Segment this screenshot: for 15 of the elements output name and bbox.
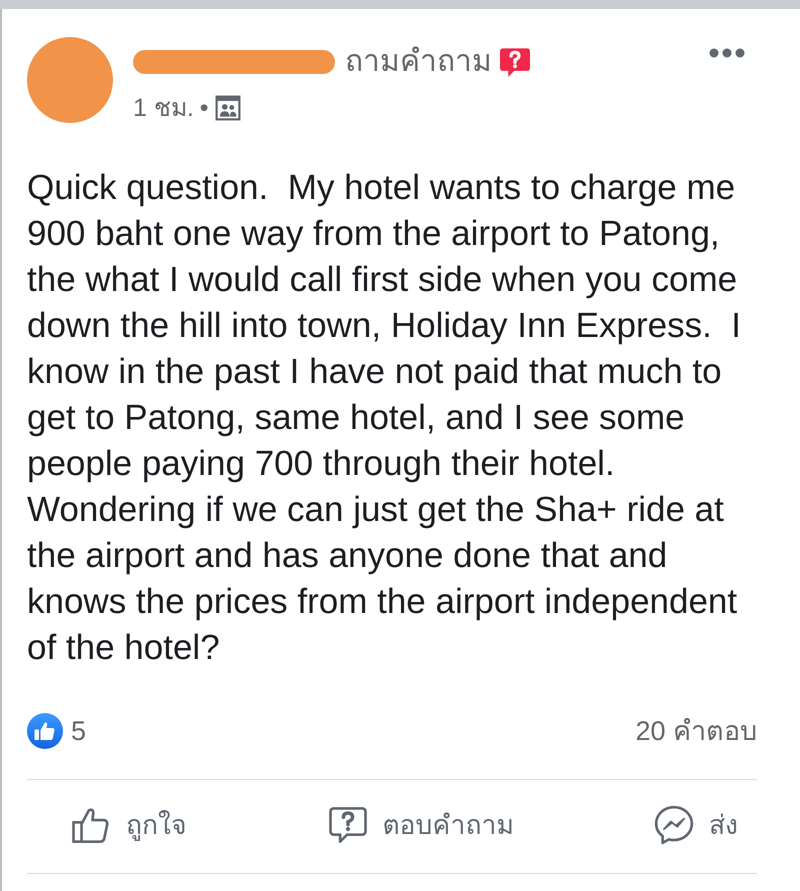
send-button[interactable]: ส่ง [709, 803, 738, 847]
answer-button[interactable]: ตอบคำถาม [382, 803, 514, 847]
like-badge-icon [27, 713, 63, 749]
group-icon [214, 95, 241, 121]
like-button[interactable]: ถูกใจ [126, 803, 187, 847]
question-bubble-icon [326, 804, 368, 846]
more-options-icon[interactable] [709, 48, 745, 58]
activity-label: ถามคำถาม [345, 45, 492, 79]
post-time[interactable]: 1 ชม. [133, 93, 194, 123]
post-text: Quick question. My hotel wants to charge me 900 baht one way from the airport to Patong, the what I would call first side when you come down the hill into town, Holiday Inn Express. I know in the past I have not paid that much to get to Patong, same hotel, and I see some people paying 700 through their hotel. Wondering if we can just get the Sha+ ride at the airport and has anyone done that and knows the prices from the airport independent of the hotel? [27, 167, 742, 669]
answer-count[interactable]: 20 คำตอบ [635, 713, 757, 749]
reaction-count[interactable]: 5 [71, 713, 86, 749]
question-badge-icon [500, 48, 530, 78]
separator-dot: • [200, 93, 209, 123]
messenger-icon [653, 804, 695, 846]
